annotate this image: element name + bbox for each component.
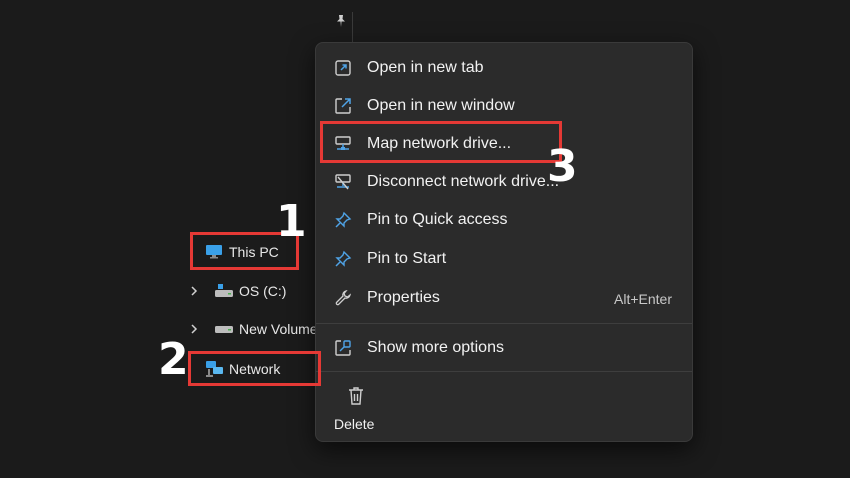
- delete-button[interactable]: Delete: [326, 378, 386, 436]
- menu-item-disconnect-network-drive[interactable]: Disconnect network drive...: [316, 164, 692, 200]
- menu-item-pin-to-start[interactable]: Pin to Start: [316, 241, 692, 277]
- open-new-window-icon: [335, 98, 351, 114]
- wrench-icon: [335, 289, 352, 306]
- menu-item-show-more-options[interactable]: Show more options: [316, 330, 692, 366]
- menu-item-pin-to-quick-access[interactable]: Pin to Quick access: [316, 202, 692, 238]
- drive-icon: [215, 284, 233, 297]
- menu-item-label: Show more options: [367, 339, 504, 356]
- step-number: 3: [547, 141, 578, 192]
- menu-separator: [316, 371, 692, 372]
- menu-separator: [316, 323, 692, 324]
- chevron-right-icon[interactable]: [188, 323, 200, 335]
- pin-icon[interactable]: [334, 14, 348, 28]
- menu-item-label: Properties: [367, 289, 440, 306]
- delete-label: Delete: [334, 416, 375, 432]
- show-more-icon: [335, 340, 351, 356]
- context-menu: Open in new tab Open in new window Map n…: [315, 42, 693, 442]
- step-number: 1: [276, 196, 307, 247]
- menu-item-label: Open in new tab: [367, 59, 484, 76]
- menu-item-label: Pin to Start: [367, 250, 447, 267]
- open-new-tab-icon: [335, 60, 351, 76]
- step-number: 2: [158, 334, 189, 385]
- trash-icon: [349, 387, 363, 405]
- nav-pane-divider: [352, 12, 353, 42]
- menu-item-label: Disconnect network drive...: [367, 173, 560, 190]
- drive-icon: [215, 326, 233, 333]
- nav-item-label: New Volume: [239, 321, 318, 337]
- disconnect-network-drive-icon: [335, 174, 351, 190]
- menu-item-label: Open in new window: [367, 97, 515, 114]
- nav-item-new-volume[interactable]: New Volume: [214, 321, 318, 337]
- menu-item-open-in-new-window[interactable]: Open in new window: [316, 88, 692, 124]
- menu-item-open-in-new-tab[interactable]: Open in new tab: [316, 50, 692, 86]
- pin-icon: [335, 250, 352, 267]
- menu-item-label: Pin to Quick access: [367, 211, 508, 228]
- pin-icon: [335, 211, 352, 228]
- nav-item-os-c[interactable]: OS (C:): [214, 283, 286, 299]
- menu-item-properties[interactable]: Properties Alt+Enter: [316, 280, 692, 316]
- highlight-network: [188, 351, 321, 386]
- nav-item-label: OS (C:): [239, 283, 287, 299]
- highlight-map-network-drive: [320, 121, 562, 163]
- chevron-right-icon[interactable]: [188, 285, 200, 297]
- keyboard-shortcut: Alt+Enter: [614, 291, 672, 307]
